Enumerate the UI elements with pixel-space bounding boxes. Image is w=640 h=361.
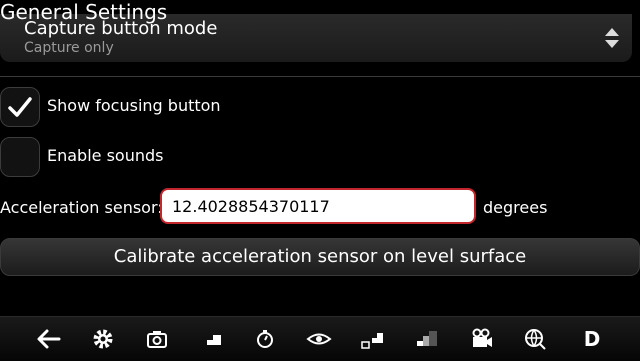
enable-sounds-checkbox[interactable] — [0, 137, 40, 177]
show-focusing-label: Show focusing button — [47, 96, 221, 115]
bottom-toolbar: D — [0, 316, 640, 361]
video-camera-icon[interactable] — [467, 325, 495, 353]
page-title: General Settings — [0, 0, 168, 24]
calibrate-button[interactable]: Calibrate acceleration sensor on level s… — [0, 238, 640, 276]
gradient-stairs-icon[interactable] — [413, 325, 441, 353]
stairs-icon[interactable] — [197, 325, 225, 353]
enable-sounds-label: Enable sounds — [47, 146, 164, 165]
show-focusing-option[interactable]: Show focusing button — [0, 87, 360, 127]
globe-icon[interactable] — [521, 325, 549, 353]
acceleration-sensor-input[interactable] — [160, 188, 476, 224]
gear-icon[interactable] — [89, 325, 117, 353]
stairs-camera-icon[interactable] — [359, 325, 387, 353]
up-down-arrows-icon — [604, 26, 620, 50]
section-divider — [0, 76, 640, 77]
checkmark-icon — [8, 97, 32, 117]
back-arrow-icon[interactable] — [34, 325, 62, 353]
show-focusing-checkbox[interactable] — [0, 87, 40, 127]
camera-icon[interactable] — [143, 325, 171, 353]
acceleration-sensor-label: Acceleration sensor: — [0, 198, 163, 217]
enable-sounds-option[interactable]: Enable sounds — [0, 137, 360, 177]
acceleration-unit-label: degrees — [483, 198, 548, 217]
capture-mode-value: Capture only — [24, 40, 114, 56]
d-letter-icon[interactable]: D — [578, 325, 606, 353]
timer-icon[interactable] — [251, 325, 279, 353]
eye-icon[interactable] — [305, 325, 333, 353]
